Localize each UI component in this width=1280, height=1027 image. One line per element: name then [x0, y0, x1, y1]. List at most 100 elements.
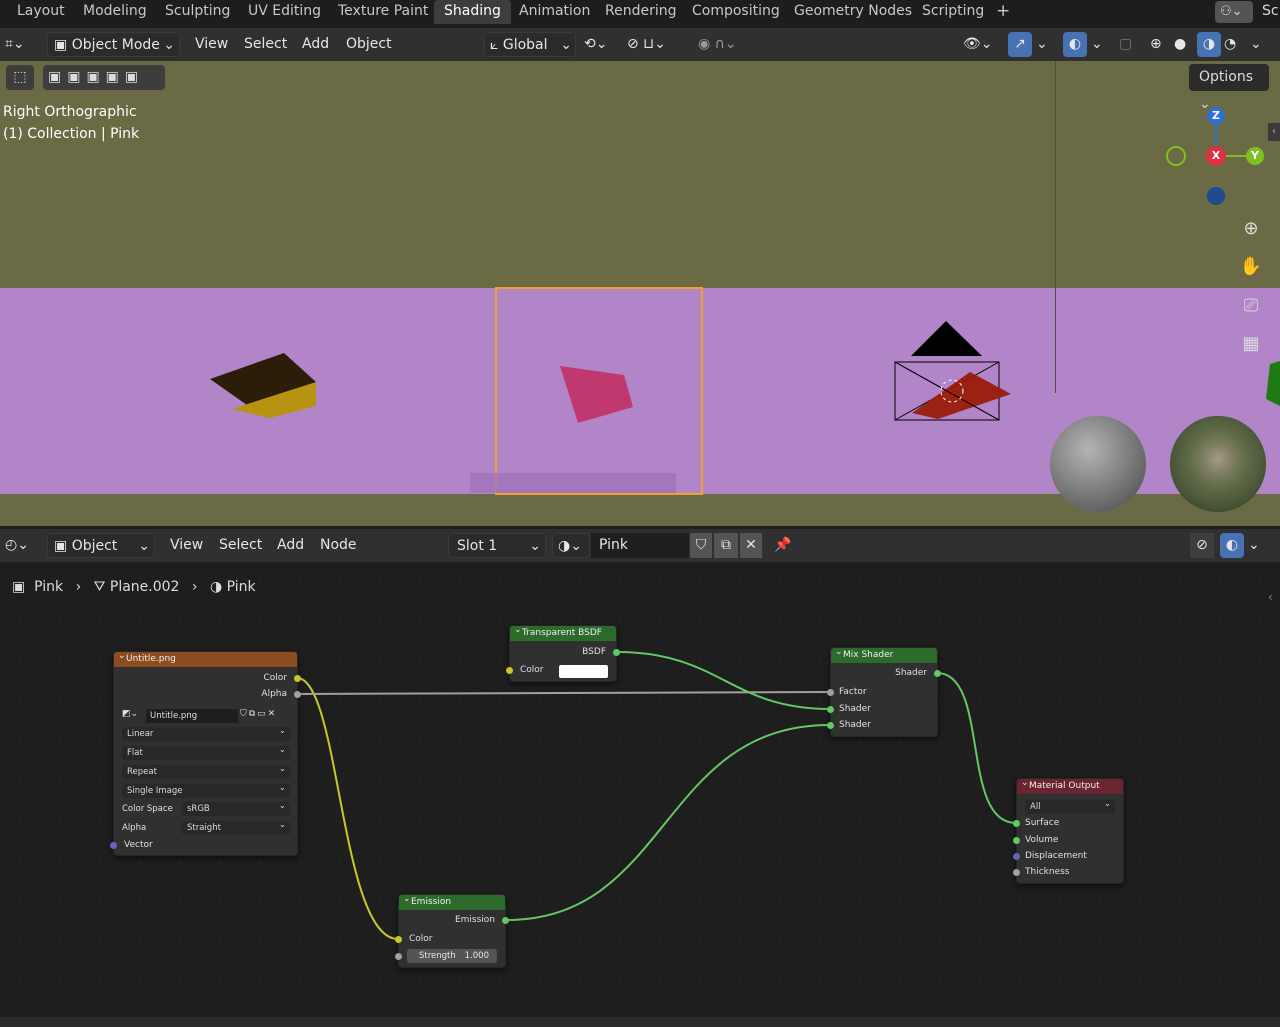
node-overlay-icon[interactable]: ◐: [1220, 533, 1244, 558]
pin-icon[interactable]: 📌: [772, 533, 794, 558]
node-menu-select[interactable]: Select: [219, 533, 262, 558]
slot-dropdown[interactable]: Slot 1 ⌄: [448, 533, 546, 558]
emission-strength-socket[interactable]: [395, 953, 402, 960]
xray-icon[interactable]: ▢: [1119, 32, 1141, 57]
image-color-socket[interactable]: [294, 675, 301, 682]
gizmo-y-axis[interactable]: Y: [1246, 147, 1264, 165]
chevron-down-icon[interactable]: ⌄: [1036, 32, 1050, 57]
node-menu-view[interactable]: View: [170, 533, 203, 558]
emission-node[interactable]: Emission Emission Color Strength 1.000: [395, 892, 509, 968]
pivot-point-icon[interactable]: ⟲⌄: [584, 32, 620, 57]
image-alpha-socket[interactable]: [294, 691, 301, 698]
mix-shader-node[interactable]: Mix Shader Shader Factor Shader Shader: [827, 645, 941, 737]
output-volume-socket[interactable]: [1013, 837, 1020, 844]
extension-dropdown[interactable]: Repeat: [122, 762, 290, 779]
color-space-dropdown[interactable]: sRGB: [182, 799, 290, 816]
solid-shading-icon[interactable]: ●: [1174, 32, 1196, 57]
menu-add[interactable]: Add: [302, 32, 329, 57]
object-mode-dropdown[interactable]: ▣ Object Mode ⌄: [47, 32, 180, 57]
material-output-node[interactable]: Material Output All Surface Volume Displ…: [1013, 776, 1124, 884]
ortho-grid-icon[interactable]: ▦: [1237, 330, 1265, 358]
source-dropdown[interactable]: Single Image: [122, 781, 290, 798]
node-menu-node[interactable]: Node: [320, 533, 357, 558]
image-texture-node[interactable]: Untitle.png Color Alpha ◩⌄ Untitle.png ⛉…: [110, 649, 301, 856]
emission-out-socket[interactable]: [502, 917, 509, 924]
gizmo-toggle-icon[interactable]: ↗: [1008, 32, 1032, 57]
transparent-bsdf-socket[interactable]: [613, 649, 620, 656]
fake-user-shield-icon[interactable]: ⛉: [690, 533, 712, 558]
output-target-dropdown[interactable]: All: [1025, 797, 1115, 814]
visibility-eye-icon[interactable]: 👁⌄: [963, 32, 999, 57]
bottom-scrollbar[interactable]: [0, 1017, 1280, 1027]
add-workspace-icon[interactable]: +: [988, 0, 1018, 24]
scene-name[interactable]: Sc: [1262, 0, 1279, 24]
material-browse-icon[interactable]: ◑⌄: [552, 533, 590, 558]
tab-compositing[interactable]: Compositing: [684, 0, 788, 24]
tab-texture-paint[interactable]: Texture Paint: [330, 0, 436, 24]
image-selector[interactable]: ◩⌄ Untitle.png ⛉⧉▭✕: [122, 709, 290, 723]
transform-orientation-dropdown[interactable]: ⟀ Global ⌄: [484, 32, 576, 57]
unlink-material-icon[interactable]: ✕: [740, 533, 762, 558]
emission-color-socket[interactable]: [395, 936, 402, 943]
camera-view-icon[interactable]: ⎚: [1237, 292, 1265, 320]
image-node-header[interactable]: Untitle.png: [114, 649, 297, 667]
tab-uv-editing[interactable]: UV Editing: [240, 0, 329, 24]
menu-object[interactable]: Object: [346, 32, 392, 57]
gizmo-z-axis[interactable]: Z: [1207, 107, 1225, 125]
zoom-icon[interactable]: ⊕: [1237, 215, 1265, 243]
image-browse-icon[interactable]: ◩⌄: [122, 709, 138, 719]
tab-geometry-nodes[interactable]: Geometry Nodes: [786, 0, 920, 24]
output-surface-socket[interactable]: [1013, 820, 1020, 827]
image-name-field[interactable]: Untitle.png: [146, 709, 238, 723]
emission-node-header[interactable]: Emission: [399, 892, 505, 910]
editor-type-icon[interactable]: ⌗⌄: [5, 32, 39, 57]
image-vector-socket[interactable]: [110, 842, 117, 849]
image-action-icons[interactable]: ⛉⧉▭✕: [240, 709, 277, 719]
projection-dropdown[interactable]: Flat: [122, 743, 290, 760]
snap-node-icon[interactable]: ⊘: [1190, 533, 1214, 558]
pan-hand-icon[interactable]: ✋: [1237, 253, 1265, 281]
chevron-down-icon[interactable]: ⌄: [1248, 533, 1262, 558]
interpolation-dropdown[interactable]: Linear: [122, 724, 290, 741]
wireframe-shading-icon[interactable]: ⊕: [1150, 32, 1172, 57]
tab-rendering[interactable]: Rendering: [597, 0, 685, 24]
3d-viewport[interactable]: ⬚ ▣▣▣▣▣ Options ⌄ Right Orthographic (1)…: [0, 61, 1280, 526]
output-thickness-socket[interactable]: [1013, 869, 1020, 876]
shader-type-dropdown[interactable]: ▣ Object ⌄: [47, 533, 155, 558]
rendered-shading-icon[interactable]: ◔: [1224, 32, 1246, 57]
mix-shader1-socket[interactable]: [827, 706, 834, 713]
duplicate-material-icon[interactable]: ⧉: [714, 533, 738, 558]
chevron-down-icon[interactable]: ⌄: [1091, 32, 1105, 57]
menu-view[interactable]: View: [195, 32, 228, 57]
shader-editor-type-icon[interactable]: ◴⌄: [5, 533, 39, 558]
node-menu-add[interactable]: Add: [277, 533, 304, 558]
tab-scripting[interactable]: Scripting: [914, 0, 992, 24]
transparent-color-socket[interactable]: [506, 667, 513, 674]
tab-shading[interactable]: Shading: [434, 0, 511, 24]
material-name-field[interactable]: Pink: [591, 533, 689, 558]
output-displacement-socket[interactable]: [1013, 853, 1020, 860]
node-editor[interactable]: ▣ Pink › ⛛ Plane.002 › ◑ Pink ‹ Untitle.…: [0, 562, 1280, 1027]
mix-shader-out-socket[interactable]: [934, 670, 941, 677]
tab-sculpting[interactable]: Sculpting: [157, 0, 238, 24]
transparent-color-swatch[interactable]: [559, 665, 608, 678]
tab-layout[interactable]: Layout: [9, 0, 73, 24]
snap-icon[interactable]: ⊘ ⊔⌄: [627, 32, 689, 57]
tab-animation[interactable]: Animation: [511, 0, 598, 24]
output-node-header[interactable]: Material Output: [1017, 776, 1123, 794]
menu-select[interactable]: Select: [244, 32, 287, 57]
chevron-down-icon[interactable]: ⌄: [1250, 32, 1264, 57]
overlay-toggle-icon[interactable]: ◐: [1063, 32, 1087, 57]
gizmo-x-axis[interactable]: X: [1206, 146, 1226, 166]
scene-selector-icon[interactable]: ⚇⌄: [1215, 1, 1253, 23]
proportional-edit-icon[interactable]: ◉ ∩⌄: [698, 32, 758, 57]
strength-field[interactable]: Strength 1.000: [407, 949, 497, 963]
mix-factor-socket[interactable]: [827, 689, 834, 696]
material-preview-shading-icon[interactable]: ◑: [1197, 32, 1221, 57]
transparent-node-header[interactable]: Transparent BSDF: [510, 623, 616, 641]
mix-shader2-socket[interactable]: [827, 722, 834, 729]
sidebar-toggle-icon[interactable]: ‹: [1268, 123, 1280, 141]
transparent-bsdf-node[interactable]: Transparent BSDF BSDF Color: [506, 623, 620, 682]
tab-modeling[interactable]: Modeling: [75, 0, 155, 24]
mix-node-header[interactable]: Mix Shader: [831, 645, 937, 663]
